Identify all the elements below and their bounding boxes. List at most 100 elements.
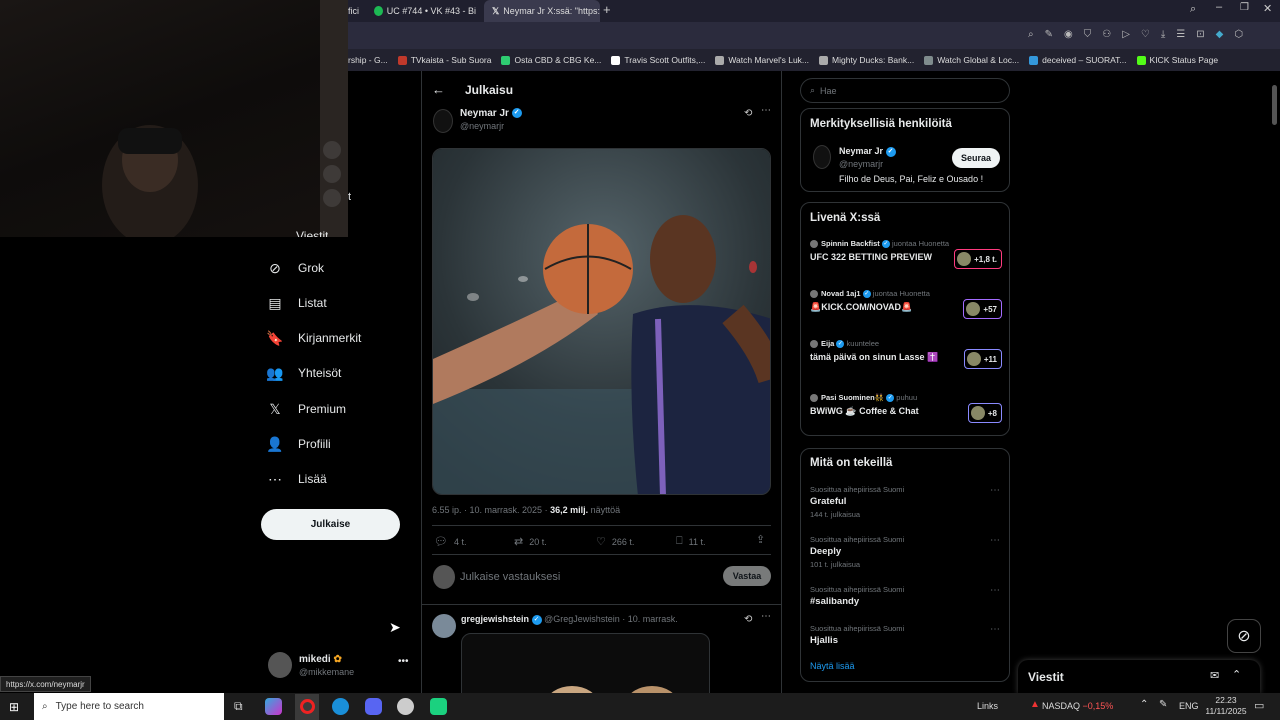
extension-icon[interactable]: ⚇: [1102, 29, 1111, 40]
sidebar-item-profiili[interactable]: 👤 Profiili: [266, 435, 330, 453]
more-icon[interactable]: •••: [398, 656, 409, 667]
edit-icon[interactable]: ✎: [1045, 29, 1053, 40]
reply-button[interactable]: Vastaa: [723, 566, 771, 586]
bookmark-item[interactable]: Osta CBD & CBG Ke...: [501, 55, 601, 65]
clock[interactable]: 22.23 11/11/2025: [1203, 695, 1249, 717]
grok-icon[interactable]: ⟲: [744, 108, 752, 119]
grok-icon[interactable]: ⟲: [744, 614, 752, 625]
bookmark-item[interactable]: Mighty Ducks: Bank...: [819, 55, 914, 65]
sidebar-item-kirjanmerkit[interactable]: 🔖 Kirjanmerkit: [266, 329, 361, 347]
show-more-link[interactable]: Näytä lisää: [810, 661, 855, 671]
bookmark-icon: 🔖: [266, 329, 284, 346]
edge-icon[interactable]: [332, 698, 349, 715]
close-button[interactable]: ✕: [1263, 2, 1272, 15]
nav-item-partial[interactable]: Viestit: [296, 229, 328, 237]
reply-author-avatar[interactable]: [432, 614, 456, 638]
cube-icon[interactable]: ⬡: [1234, 29, 1243, 40]
trend-item[interactable]: Suosittua aihepiirissä Suomi Hjallis ⋯: [810, 624, 1002, 664]
share-icon[interactable]: ⇪: [756, 533, 765, 546]
browser-tab[interactable]: UC #744 • VK #43 - Bi: [366, 0, 484, 22]
author-handle[interactable]: @neymarjr: [460, 121, 504, 131]
more-icon[interactable]: ⋯: [990, 624, 1000, 635]
trend-item[interactable]: Suosittua aihepiirissä Suomi Deeply 101 t.…: [810, 535, 1002, 575]
person-name[interactable]: Neymar Jr ✓: [839, 146, 896, 157]
reply-author[interactable]: gregjewishstein ✓ @GregJewishstein · 10.…: [461, 614, 678, 625]
app-icon[interactable]: [430, 698, 447, 715]
sidebar-item-lisää[interactable]: ⋯ Lisää: [266, 470, 327, 488]
search-input[interactable]: ⌕ Hae: [800, 78, 1010, 103]
expand-icon[interactable]: ⌃: [1232, 668, 1241, 681]
bookmark-item[interactable]: Watch Marvel's Luk...: [715, 55, 809, 65]
scrollbar-thumb[interactable]: [1272, 85, 1277, 125]
discord-icon[interactable]: [365, 698, 382, 715]
links-toolbar[interactable]: Links: [977, 701, 998, 711]
messages-drawer[interactable]: Viestit ✉ ⌃: [1018, 660, 1260, 694]
more-icon[interactable]: ⋯: [990, 535, 1000, 546]
bookmark-item[interactable]: Travis Scott Outfits,...: [611, 55, 705, 65]
grok-floating-button[interactable]: ⊘: [1227, 619, 1261, 653]
shield-icon[interactable]: ⛉: [1084, 29, 1092, 40]
account-switcher[interactable]: mikedi ✿ @mikkemane •••: [268, 652, 418, 682]
reply-image[interactable]: [461, 633, 710, 693]
taskbar-active-app[interactable]: [295, 694, 319, 720]
author-avatar[interactable]: [433, 109, 453, 133]
camera-icon[interactable]: ◉: [1064, 29, 1073, 40]
new-message-icon[interactable]: ✉: [1210, 669, 1219, 682]
browser-tab-active[interactable]: 𝕏 Neymar Jr X:ssä: "https://: [484, 0, 600, 22]
sidebar-item-grok[interactable]: ⊘ Grok: [266, 259, 324, 277]
person-handle[interactable]: @neymarjr: [839, 159, 883, 169]
repost-action[interactable]: ⇄ 20 t.: [514, 535, 547, 548]
sidebar-item-yhteisöt[interactable]: 👥 Yhteisöt: [266, 364, 341, 382]
menu-icon[interactable]: ☰: [1176, 29, 1185, 40]
live-item[interactable]: Pasi Suominen👯 ✓ puhuu BWiWG ☕ Coffee & C…: [810, 393, 1002, 433]
reply-input[interactable]: Julkaise vastauksesi: [460, 571, 560, 583]
minimize-button[interactable]: –: [1216, 1, 1222, 13]
play-icon[interactable]: ▷: [1122, 29, 1130, 40]
language-indicator[interactable]: ENG: [1179, 701, 1199, 711]
more-icon[interactable]: ⋯: [761, 611, 771, 622]
live-item[interactable]: Spinnin Backfist ✓ juontaa Huonetta UFC 3…: [810, 239, 1002, 279]
copilot-icon[interactable]: [265, 698, 282, 715]
more-icon[interactable]: ⋯: [761, 105, 771, 116]
card-title: Livenä X:ssä: [810, 212, 881, 224]
sidebar-item-listat[interactable]: ▤ Listat: [266, 294, 326, 312]
bookmark-icon: [397, 55, 407, 65]
app-icon[interactable]: [397, 698, 414, 715]
more-icon[interactable]: ⋯: [990, 585, 1000, 596]
live-item[interactable]: Eija ✓ kuuntelee tämä päivä on sinun Lass…: [810, 339, 1002, 379]
author-name[interactable]: Neymar Jr ✓: [460, 108, 522, 119]
taskbar-search[interactable]: ⌕ Type here to search: [34, 693, 224, 720]
bookmark-item[interactable]: rship - G...: [348, 55, 388, 65]
bookmark-item[interactable]: KICK Status Page: [1136, 55, 1218, 65]
trend-item[interactable]: Suosittua aihepiirissä Suomi Grateful 144 …: [810, 485, 1002, 525]
tray-chevron-icon[interactable]: ⌃: [1140, 699, 1148, 710]
bookmark-action[interactable]: ⎕ 11 t.: [676, 535, 705, 548]
new-tab-button[interactable]: +: [603, 2, 611, 17]
avatar[interactable]: [813, 145, 831, 169]
search-icon[interactable]: ⌕: [1190, 3, 1196, 16]
reply-action[interactable]: 💬︎ 4 t.: [434, 535, 466, 548]
restore-button[interactable]: ❐: [1240, 2, 1249, 13]
download-icon[interactable]: ⤓: [1161, 29, 1165, 40]
sidebar-item-premium[interactable]: 𝕏 Premium: [266, 400, 346, 418]
vpn-icon[interactable]: ◆: [1216, 29, 1224, 40]
trend-item[interactable]: Suosittua aihepiirissä Suomi #salibandy ⋯: [810, 585, 1002, 625]
back-arrow-icon[interactable]: ←: [432, 82, 445, 97]
heart-icon[interactable]: ♡: [1141, 29, 1150, 40]
like-action[interactable]: ♡ 266 t.: [596, 535, 634, 548]
stock-ticker[interactable]: NASDAQ −0,15%: [1042, 701, 1113, 711]
task-view-icon[interactable]: ⧉: [234, 699, 243, 714]
pen-icon[interactable]: ✎: [1159, 699, 1167, 710]
bookmark-item[interactable]: Watch Global & Loc...: [924, 55, 1019, 65]
zoom-icon[interactable]: ⌕: [1028, 29, 1034, 40]
post-image[interactable]: [432, 148, 771, 495]
lock-icon[interactable]: ⊡: [1196, 29, 1204, 40]
more-icon[interactable]: ⋯: [990, 485, 1000, 496]
bookmark-item[interactable]: TVkaista - Sub Suora: [397, 55, 491, 65]
post-button[interactable]: Julkaise: [261, 509, 400, 540]
live-item[interactable]: Novad 1aj1 ✓ juontaa Huonetta 🚨KICK.COM/N…: [810, 289, 1002, 329]
bookmark-item[interactable]: deceived – SUORAT...: [1029, 55, 1127, 65]
notifications-icon[interactable]: ▭: [1254, 699, 1264, 712]
windows-start-icon[interactable]: ⊞: [9, 700, 19, 714]
follow-button[interactable]: Seuraa: [952, 148, 1000, 168]
